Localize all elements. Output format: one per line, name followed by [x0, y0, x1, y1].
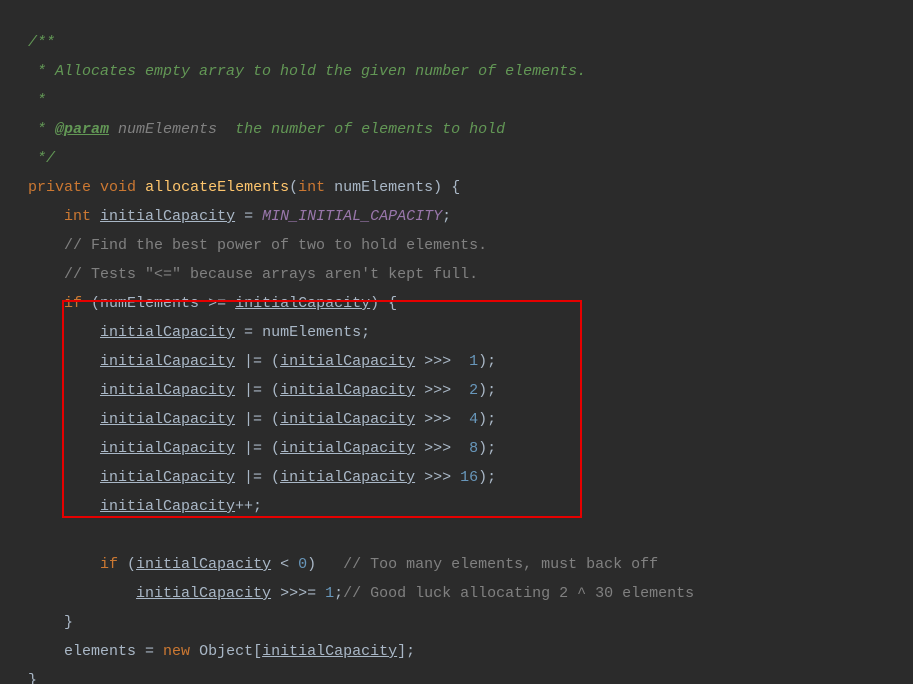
- kw-if-outer: if: [64, 295, 82, 312]
- elements-var: elements: [64, 643, 136, 660]
- var-initialCapacity: initialCapacity: [100, 208, 235, 225]
- assign-lhs: initialCapacity: [100, 324, 235, 341]
- javadoc-param-star: *: [28, 121, 55, 138]
- num-8: 8: [460, 440, 478, 457]
- inc-var: initialCapacity: [100, 498, 235, 515]
- kw-new: new: [163, 643, 190, 660]
- kw-if-inner: if: [100, 556, 118, 573]
- close-brace-method: }: [28, 672, 37, 684]
- kw-int-decl: int: [64, 208, 91, 225]
- backoff-lhs: initialCapacity: [136, 585, 271, 602]
- javadoc-line-1: * Allocates empty array to hold the give…: [28, 63, 586, 80]
- comment-backoff: // Too many elements, must back off: [343, 556, 658, 573]
- kw-void: void: [100, 179, 136, 196]
- param-numElements: numElements: [334, 179, 433, 196]
- javadoc-close: */: [28, 150, 55, 167]
- num-2: 2: [460, 382, 478, 399]
- kw-private: private: [28, 179, 91, 196]
- method-name: allocateElements: [145, 179, 289, 196]
- kw-int-param: int: [298, 179, 325, 196]
- javadoc-param-tag: @param: [55, 121, 109, 138]
- num-16: 16: [460, 469, 478, 486]
- const-min-initial-capacity: MIN_INITIAL_CAPACITY: [262, 208, 442, 225]
- comment-line-1: // Find the best power of two to hold el…: [64, 237, 487, 254]
- comment-line-2: // Tests "<=" because arrays aren't kept…: [64, 266, 478, 283]
- num-one: 1: [325, 585, 334, 602]
- code-editor[interactable]: /** * Allocates empty array to hold the …: [0, 0, 913, 684]
- num-1: 1: [460, 353, 478, 370]
- comment-goodluck: // Good luck allocating 2 ^ 30 elements: [343, 585, 694, 602]
- num-4: 4: [460, 411, 478, 428]
- javadoc-blank: *: [28, 92, 46, 109]
- javadoc-param-desc: the number of elements to hold: [217, 121, 505, 138]
- close-brace-inner: }: [64, 614, 73, 631]
- javadoc-param-name: numElements: [109, 121, 217, 138]
- num-zero: 0: [298, 556, 307, 573]
- javadoc-open: /**: [28, 34, 55, 51]
